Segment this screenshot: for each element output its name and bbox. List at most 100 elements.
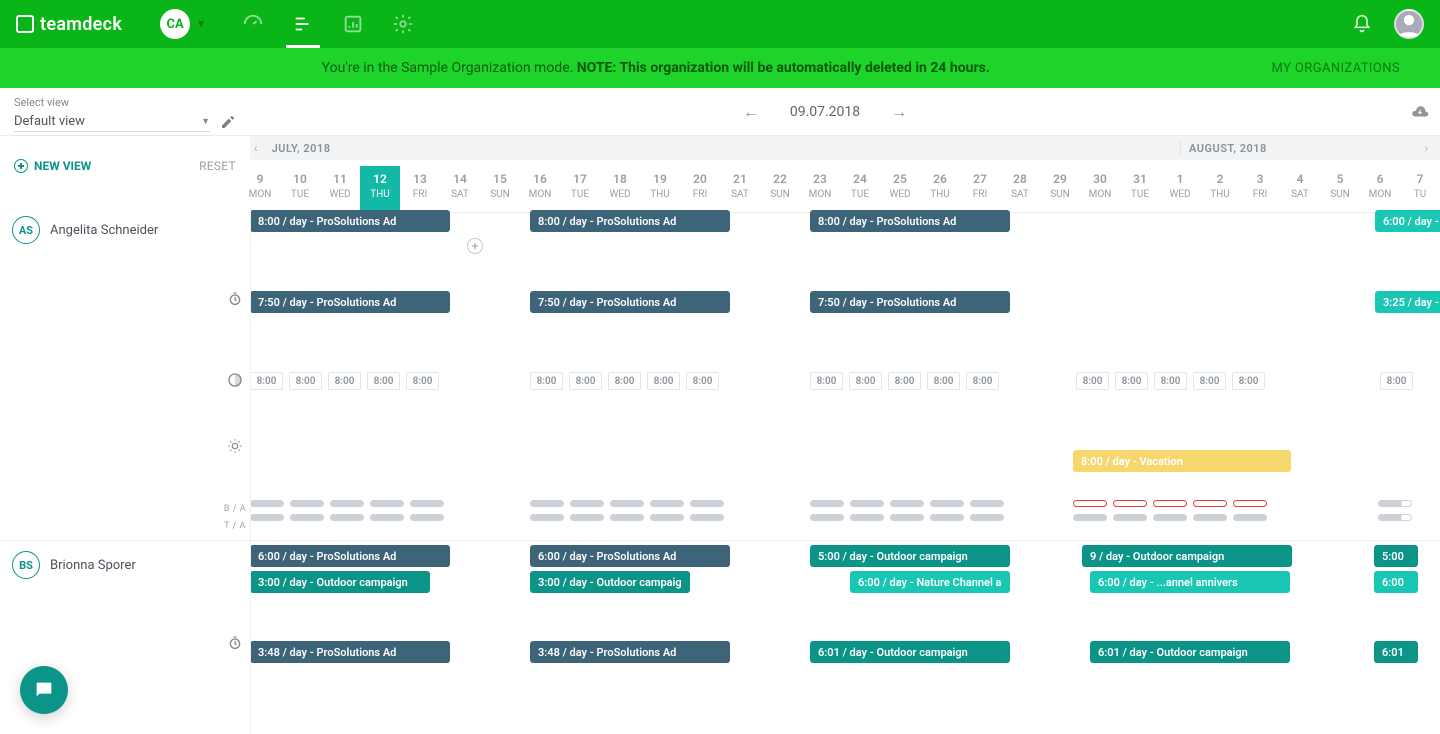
nav-dashboard-icon[interactable] xyxy=(242,13,264,35)
indicator-pill xyxy=(650,500,684,507)
availability-icon xyxy=(227,372,243,392)
indicator-pill xyxy=(930,500,964,507)
main-nav xyxy=(242,13,414,35)
current-date[interactable]: 09.07.2018 xyxy=(790,104,860,120)
timeline-bar[interactable]: 7:50 / day - ProSolutions Ad xyxy=(530,291,730,313)
my-organizations-link[interactable]: MY ORGANIZATIONS xyxy=(1272,61,1400,76)
timesheets-icon xyxy=(227,635,243,655)
avail-slot: 8:00 xyxy=(647,372,680,390)
prev-month-arrow[interactable]: ‹ xyxy=(250,141,262,155)
logo[interactable]: teamdeck xyxy=(16,14,122,35)
notice-bold: NOTE: This organization will be automati… xyxy=(577,60,990,76)
avail-slot: 8:00 xyxy=(686,372,719,390)
indicator-pill xyxy=(1113,514,1147,521)
avail-slot: 8:00 xyxy=(250,372,283,390)
vacation-icon xyxy=(227,438,243,458)
timeline-bar[interactable]: 6:00 xyxy=(1374,571,1418,593)
b-over-a-label: B / A xyxy=(224,504,246,515)
timeline-content[interactable]: AS Angelita Schneider + 8:00 / day - Pro… xyxy=(0,206,1440,734)
date-nav: ← 09.07.2018 → xyxy=(250,88,1400,135)
indicator-pill xyxy=(570,514,604,521)
chevron-down-icon: ▼ xyxy=(201,116,210,127)
indicator-pill xyxy=(610,500,644,507)
avail-slot: 8:00 xyxy=(406,372,439,390)
indicator-pill xyxy=(810,500,844,507)
workspace-badge[interactable]: CA xyxy=(160,9,190,39)
notice-bar: You're in the Sample Organization mode. … xyxy=(0,48,1440,88)
indicator-pill xyxy=(610,514,644,521)
indicator-pill xyxy=(1378,500,1412,507)
toolbar: Select view Default view ▼ ← 09.07.2018 … xyxy=(0,88,1440,136)
indicator-pill xyxy=(970,514,1004,521)
next-month-arrow[interactable]: › xyxy=(1420,141,1432,155)
indicator-pill xyxy=(410,514,444,521)
indicator-pill xyxy=(410,500,444,507)
avail-slot: 8:00 xyxy=(1076,372,1109,390)
avail-slot: 8:00 xyxy=(810,372,843,390)
indicator-pill xyxy=(1378,514,1412,521)
indicator-pill xyxy=(850,514,884,521)
edit-icon[interactable] xyxy=(220,114,236,130)
timeline-bar[interactable]: 8:00 / day - ProSolutions Ad xyxy=(810,210,1010,232)
intercom-chat-button[interactable] xyxy=(20,666,68,714)
indicator-pill xyxy=(290,514,324,521)
person-name[interactable]: Angelita Schneider xyxy=(50,223,158,238)
timeline-bar[interactable]: 3:48 / day - ProSolutions Ad xyxy=(250,641,450,663)
timeline-bar[interactable]: 3:48 / day - ProSolutions Ad xyxy=(530,641,730,663)
avail-slot: 8:00 xyxy=(1193,372,1226,390)
timeline-bar[interactable]: 6:00 / day - Nature Channel a xyxy=(850,571,1010,593)
timeline-bar[interactable]: 6:01 / day - Outdoor campaign xyxy=(810,641,1010,663)
indicator-pill xyxy=(1233,500,1267,507)
prev-week-arrow[interactable]: ← xyxy=(742,102,760,122)
timeline-bar[interactable]: 8:00 / day - ProSolutions Ad xyxy=(530,210,730,232)
timeline-bar[interactable]: 6:00 / day - ProSolutions Ad xyxy=(530,545,730,567)
timeline-bar[interactable]: 6:01 xyxy=(1374,641,1418,663)
indicator-pill xyxy=(1073,514,1107,521)
timeline-bar[interactable]: 7:50 / day - ProSolutions Ad xyxy=(810,291,1010,313)
timeline-bar[interactable]: 3:00 / day - Outdoor campaign xyxy=(250,571,430,593)
timeline-bar[interactable]: 6:00 / day - ...annel annivers xyxy=(1090,571,1290,593)
indicator-pill xyxy=(370,500,404,507)
person-badge[interactable]: AS xyxy=(12,216,40,244)
nav-reports-icon[interactable] xyxy=(342,13,364,35)
nav-schedule-icon[interactable] xyxy=(292,13,314,35)
indicator-pill xyxy=(1233,514,1267,521)
avail-slot: 8:00 xyxy=(367,372,400,390)
bell-icon[interactable] xyxy=(1352,14,1372,34)
indicator-pill xyxy=(570,500,604,507)
timeline-bar[interactable]: 3:25 / day - xyxy=(1375,291,1440,313)
timesheets-icon xyxy=(227,291,243,311)
plus-icon xyxy=(14,159,28,173)
indicator-pill xyxy=(650,514,684,521)
view-select[interactable]: Default view ▼ xyxy=(14,112,210,132)
person-badge[interactable]: BS xyxy=(12,551,40,579)
user-avatar[interactable] xyxy=(1394,9,1424,39)
vacation-bar[interactable]: 8:00 / day - Vacation xyxy=(1073,450,1291,472)
avail-slot: 8:00 xyxy=(1154,372,1187,390)
view-value: Default view xyxy=(14,114,85,129)
timeline-bar[interactable]: 9 / day - Outdoor campaign xyxy=(1082,545,1292,567)
avail-slot: 8:00 xyxy=(1380,372,1413,390)
person-name[interactable]: Brionna Sporer xyxy=(50,558,136,573)
download-icon[interactable] xyxy=(1400,88,1440,135)
timeline-bar[interactable]: 6:01 / day - Outdoor campaign xyxy=(1090,641,1290,663)
timeline-bar[interactable]: 7:50 / day - ProSolutions Ad xyxy=(250,291,450,313)
timeline-bar[interactable]: 5:00 xyxy=(1374,545,1418,567)
avail-slot: 8:00 xyxy=(289,372,322,390)
nav-settings-icon[interactable] xyxy=(392,13,414,35)
timeline-bar[interactable]: 6:00 / day - xyxy=(1375,210,1440,232)
timeline-bar[interactable]: 5:00 / day - Outdoor campaign xyxy=(810,545,1010,567)
indicator-pill xyxy=(1073,500,1107,507)
timeline-bar[interactable]: 6:00 / day - ProSolutions Ad xyxy=(250,545,450,567)
timeline-bar[interactable]: 3:00 / day - Outdoor campaig xyxy=(530,571,690,593)
chevron-down-icon[interactable]: ▼ xyxy=(196,19,206,30)
indicator-pill xyxy=(850,500,884,507)
avail-slot: 8:00 xyxy=(608,372,641,390)
next-week-arrow[interactable]: → xyxy=(890,102,908,122)
indicator-pill xyxy=(1193,514,1227,521)
add-booking-icon[interactable]: + xyxy=(467,238,483,254)
timeline-bar[interactable]: 8:00 / day - ProSolutions Ad xyxy=(250,210,450,232)
t-over-a-label: T / A xyxy=(224,521,246,532)
indicator-pill xyxy=(290,500,324,507)
avail-slot: 8:00 xyxy=(569,372,602,390)
